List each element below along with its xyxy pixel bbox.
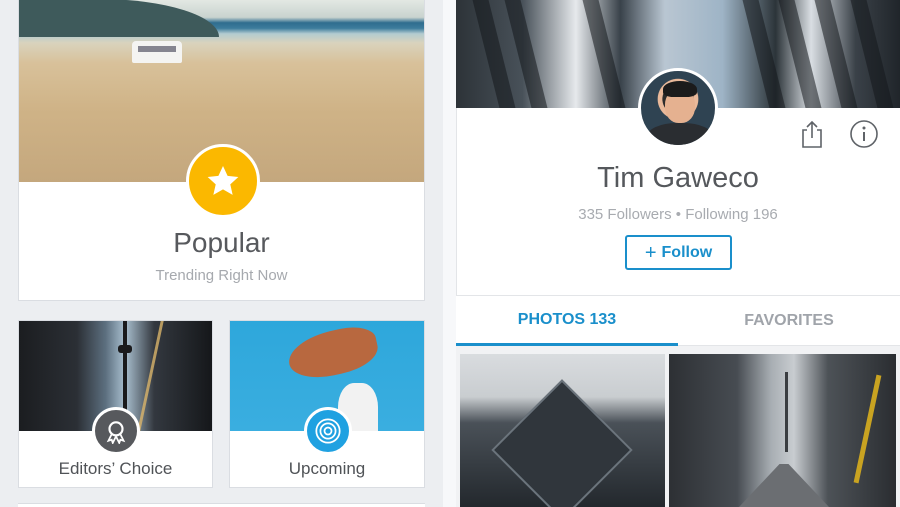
editors-choice-label: Editors’ Choice — [58, 459, 173, 478]
panel-divider — [443, 0, 456, 507]
next-card-edge — [18, 503, 425, 507]
follow-label: Follow — [661, 243, 713, 261]
profile-name: Tim Gaweco — [597, 162, 759, 194]
plus-icon: + — [644, 241, 657, 264]
concentric-circles-icon — [304, 407, 352, 455]
tab-photos[interactable]: PHOTOS 133 — [456, 296, 678, 346]
profile-follow-stats: 335 Followers • Following 196 — [578, 206, 778, 223]
upcoming-label: Upcoming — [288, 459, 366, 478]
discover-panel: Popular Trending Right Now Editors’ Choi… — [0, 0, 443, 507]
profile-panel: Tim Gaweco 335 Followers • Following 196… — [456, 0, 900, 507]
photo-thumbnail[interactable] — [669, 354, 896, 507]
popular-card[interactable]: Popular Trending Right Now — [18, 0, 425, 301]
info-icon[interactable] — [848, 118, 880, 150]
follow-button[interactable]: + Follow — [625, 235, 732, 270]
avatar[interactable] — [638, 68, 718, 148]
share-icon[interactable] — [796, 118, 828, 150]
award-ribbon-icon — [92, 407, 140, 455]
popular-subtitle: Trending Right Now — [155, 267, 288, 284]
star-icon — [186, 144, 260, 218]
photo-thumbnail[interactable] — [460, 354, 665, 507]
profile-tabs: PHOTOS 133 FAVORITES — [456, 296, 900, 346]
tab-favorites[interactable]: FAVORITES — [678, 296, 900, 346]
upcoming-card[interactable]: Upcoming — [229, 320, 425, 488]
popular-title: Popular — [173, 227, 270, 258]
photo-grid — [456, 346, 900, 507]
editors-choice-card[interactable]: Editors’ Choice — [18, 320, 213, 488]
